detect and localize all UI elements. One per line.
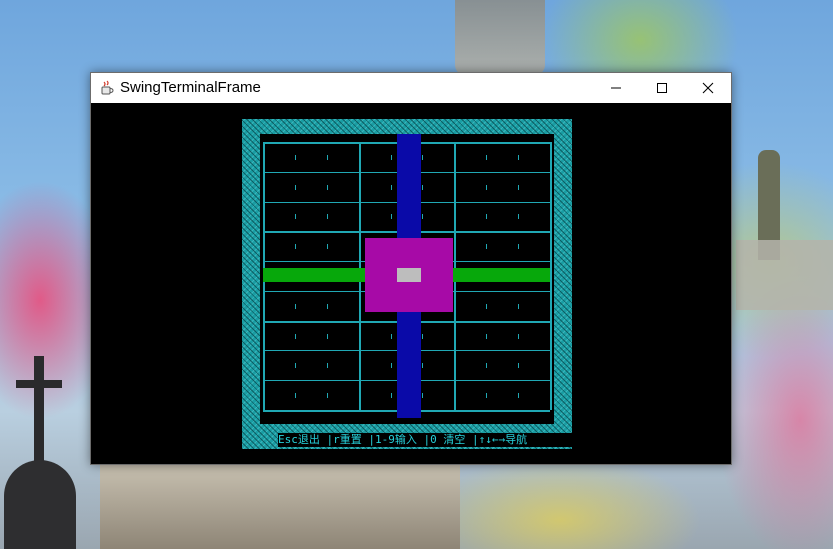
grid-tick: [295, 214, 296, 219]
status-line: Esc退出 |r重置 |1-9输入 |0 清空 |↑↓←→导航: [278, 433, 578, 447]
close-button[interactable]: [685, 73, 731, 103]
grid-tick: [518, 393, 519, 398]
background-dome: [4, 460, 76, 549]
grid-tick: [295, 334, 296, 339]
grid-tick: [327, 334, 328, 339]
grid-tick: [486, 185, 487, 190]
background-building: [100, 462, 460, 549]
grid-tick: [295, 304, 296, 309]
grid-tick: [391, 334, 392, 339]
maximize-icon: [657, 83, 667, 93]
window-title: SwingTerminalFrame: [120, 79, 261, 96]
grid-tick: [422, 363, 423, 368]
grid-tick: [486, 393, 487, 398]
grid-tick: [518, 334, 519, 339]
grid-tick: [486, 304, 487, 309]
grid-tick: [518, 363, 519, 368]
grid-line-vertical: [550, 142, 552, 410]
cursor-cell[interactable]: [397, 268, 421, 282]
close-icon: [702, 82, 714, 94]
grid-tick: [422, 185, 423, 190]
java-cup-icon[interactable]: [99, 80, 115, 96]
grid-tick: [518, 214, 519, 219]
title-bar[interactable]: SwingTerminalFrame: [91, 73, 731, 103]
grid-tick: [391, 185, 392, 190]
maximize-button[interactable]: [639, 73, 685, 103]
grid-tick: [422, 393, 423, 398]
minimize-button[interactable]: [593, 73, 639, 103]
app-window: SwingTerminalFrame Esc退出 |r重置 |1-9输入 |0 …: [90, 72, 732, 465]
grid-tick: [486, 363, 487, 368]
grid-tick: [327, 214, 328, 219]
grid-tick: [518, 304, 519, 309]
grid-tick: [486, 214, 487, 219]
grid-tick: [327, 244, 328, 249]
grid-tick: [391, 214, 392, 219]
grid-tick: [486, 334, 487, 339]
grid-tick: [486, 244, 487, 249]
grid-tick: [486, 155, 487, 160]
sudoku-board[interactable]: [263, 134, 552, 418]
grid-tick: [391, 155, 392, 160]
grid-tick: [327, 155, 328, 160]
terminal-panel[interactable]: Esc退出 |r重置 |1-9输入 |0 清空 |↑↓←→导航: [242, 119, 578, 449]
background-cross-arm: [16, 380, 62, 388]
grid-tick: [518, 185, 519, 190]
grid-tick: [295, 155, 296, 160]
client-area: Esc退出 |r重置 |1-9输入 |0 清空 |↑↓←→导航: [91, 103, 731, 464]
background-balustrade: [736, 240, 833, 310]
terminal-screen[interactable]: Esc退出 |r重置 |1-9输入 |0 清空 |↑↓←→导航: [260, 134, 578, 447]
minimize-icon: [611, 87, 621, 89]
grid-tick: [327, 185, 328, 190]
grid-tick: [422, 334, 423, 339]
grid-tick: [295, 363, 296, 368]
grid-tick: [518, 155, 519, 160]
grid-tick: [295, 393, 296, 398]
grid-tick: [327, 363, 328, 368]
background-tower: [455, 0, 545, 75]
grid-tick: [295, 244, 296, 249]
grid-tick: [391, 363, 392, 368]
grid-tick: [327, 304, 328, 309]
grid-tick: [518, 244, 519, 249]
grid-tick: [422, 155, 423, 160]
grid-tick: [422, 214, 423, 219]
grid-tick: [391, 393, 392, 398]
grid-tick: [327, 393, 328, 398]
grid-tick: [295, 185, 296, 190]
